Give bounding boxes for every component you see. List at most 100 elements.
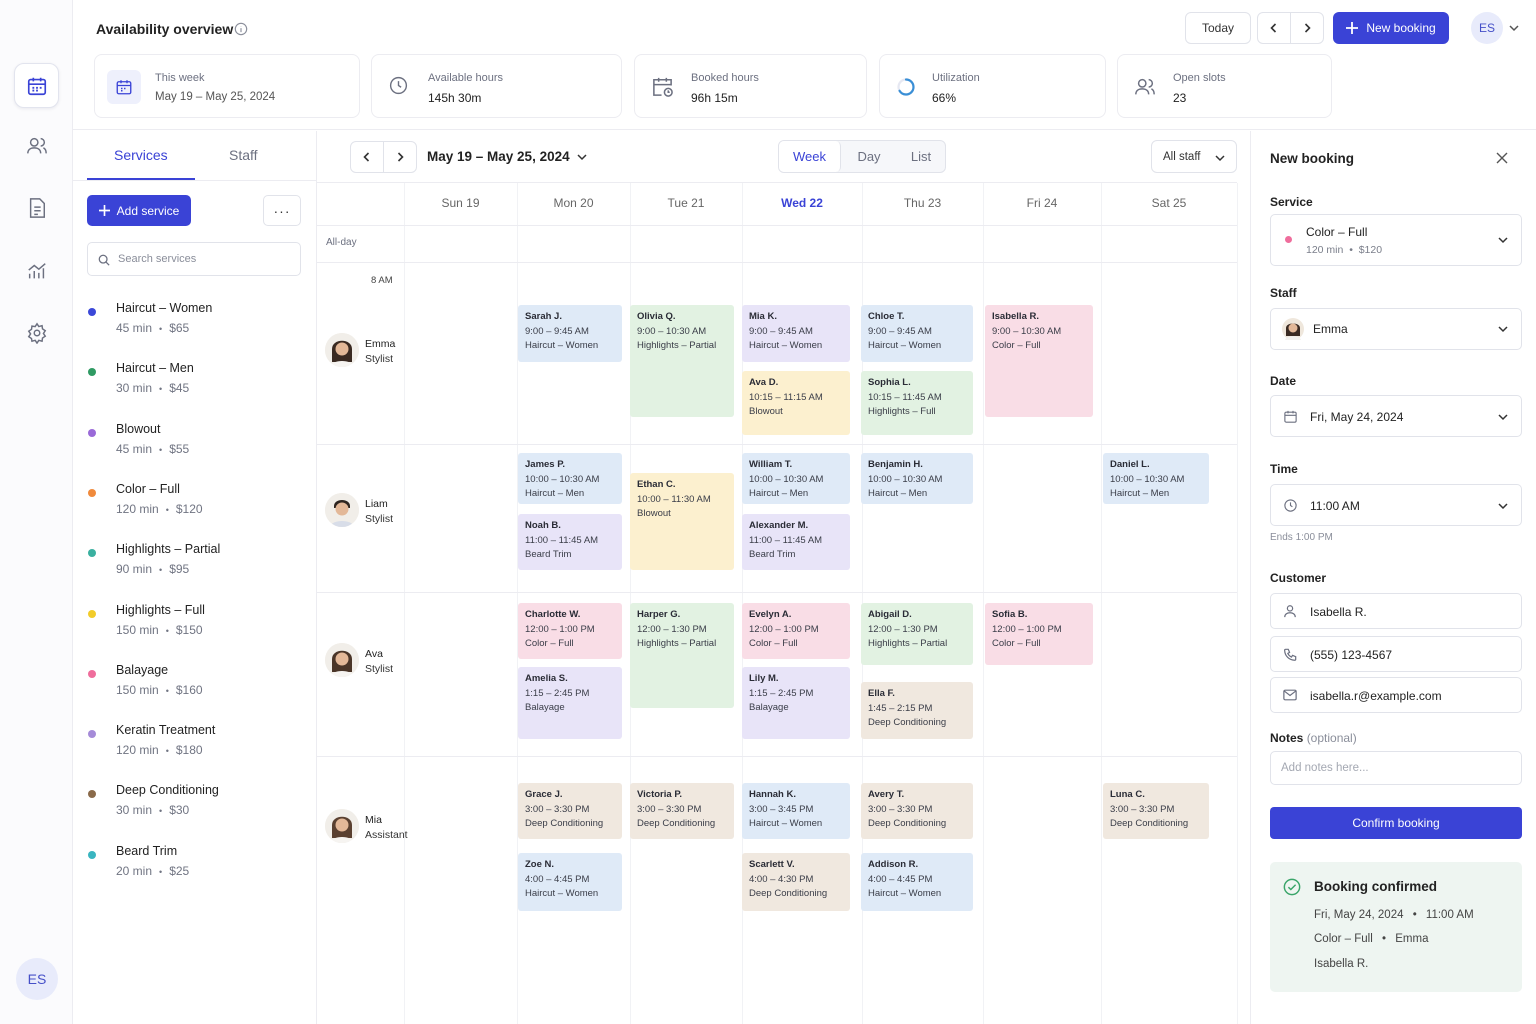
appointment-block[interactable]: Hannah K. 3:00 – 3:45 PM Haircut – Women: [742, 783, 850, 839]
appointment-block[interactable]: Alexander M. 11:00 – 11:45 AM Beard Trim: [742, 514, 850, 570]
appointment-block[interactable]: Grace J. 3:00 – 3:30 PM Deep Conditioning: [518, 783, 622, 839]
appointment-block[interactable]: Olivia Q. 9:00 – 10:30 AM Highlights – Par…: [630, 305, 734, 417]
service-list-item[interactable]: Color – Full 120 min • $120: [73, 479, 317, 529]
calendar-prev-button[interactable]: [350, 141, 384, 173]
confirm-booking-button[interactable]: Confirm booking: [1270, 807, 1522, 839]
appointment-block[interactable]: Victoria P. 3:00 – 3:30 PM Deep Conditioni…: [630, 783, 734, 839]
appointment-block[interactable]: Amelia S. 1:15 – 2:45 PM Balayage: [518, 667, 622, 739]
service-list-item[interactable]: Blowout 45 min • $55: [73, 419, 317, 469]
appointment-block[interactable]: William T. 10:00 – 10:30 AM Haircut – Men: [742, 453, 850, 504]
service-list-item[interactable]: Haircut – Women 45 min • $65: [73, 298, 317, 348]
customer-email-input[interactable]: isabella.r@example.com: [1270, 677, 1522, 713]
nav-analytics[interactable]: [14, 248, 59, 293]
service-price: $45: [169, 381, 190, 396]
info-icon[interactable]: [234, 22, 248, 36]
appointment-block[interactable]: Ava D. 10:15 – 11:15 AM Blowout: [742, 371, 850, 435]
customer-name-input[interactable]: Isabella R.: [1270, 593, 1522, 629]
date-picker[interactable]: Fri, May 24, 2024: [1270, 395, 1522, 437]
appointment-service: Haircut – Women: [525, 888, 599, 899]
appointment-block[interactable]: Sophia L. 10:15 – 11:45 AM Highlights – Fu…: [861, 371, 973, 435]
calendar-next-button[interactable]: [383, 141, 417, 173]
service-list-item[interactable]: Highlights – Full 150 min • $150: [73, 600, 317, 650]
appointment-block[interactable]: Harper G. 12:00 – 1:30 PM Highlights – Par…: [630, 603, 734, 708]
separator-dot: •: [165, 625, 169, 636]
day-header[interactable]: Tue 21: [630, 196, 742, 210]
close-icon[interactable]: [1496, 152, 1508, 164]
appointment-block[interactable]: Zoe N. 4:00 – 4:45 PM Haircut – Women: [518, 853, 622, 911]
tab-staff[interactable]: Staff: [229, 147, 258, 163]
appointment-block[interactable]: Luna C. 3:00 – 3:30 PM Deep Conditioning: [1103, 783, 1209, 839]
more-options-button[interactable]: ···: [263, 195, 301, 226]
appointment-block[interactable]: Ethan C. 10:00 – 11:30 AM Blowout: [630, 473, 734, 570]
nav-documents[interactable]: [14, 185, 59, 230]
service-duration: 45 min: [116, 441, 153, 456]
time-select[interactable]: 11:00 AM: [1270, 484, 1522, 526]
appointment-block[interactable]: Lily M. 1:15 – 2:45 PM Balayage: [742, 667, 850, 739]
tab-services[interactable]: Services: [114, 147, 168, 163]
rail-user-avatar[interactable]: ES: [16, 958, 58, 1000]
appointment-block[interactable]: Avery T. 3:00 – 3:30 PM Deep Conditioning: [861, 783, 973, 839]
appointment-service: Highlights – Partial: [868, 638, 948, 649]
search-services-input[interactable]: Search services: [87, 242, 301, 276]
nav-settings[interactable]: [14, 310, 59, 355]
appointment-block[interactable]: James P. 10:00 – 10:30 AM Haircut – Men: [518, 453, 622, 504]
day-header[interactable]: Wed 22: [742, 196, 862, 210]
appointment-block[interactable]: Sarah J. 9:00 – 9:45 AM Haircut – Women: [518, 305, 622, 362]
service-list-item[interactable]: Highlights – Partial 90 min • $95: [73, 539, 317, 589]
chevron-down-icon[interactable]: [1509, 24, 1519, 32]
appointment-block[interactable]: Sofia B. 12:00 – 1:00 PM Color – Full: [985, 603, 1093, 665]
appointment-block[interactable]: Ella F. 1:45 – 2:15 PM Deep Conditioning: [861, 682, 973, 739]
new-booking-button[interactable]: New booking: [1333, 12, 1449, 44]
appointment-block[interactable]: Charlotte W. 12:00 – 1:00 PM Color – Full: [518, 603, 622, 659]
appointment-client: Alexander M.: [749, 520, 809, 531]
service-list-item[interactable]: Beard Trim 20 min • $25: [73, 841, 317, 891]
service-color-dot: [88, 850, 96, 859]
day-header[interactable]: Sat 25: [1101, 196, 1237, 210]
service-select[interactable]: Color – Full 120 min • $120: [1270, 214, 1522, 266]
appointment-service: Haircut – Women: [868, 888, 942, 899]
day-header[interactable]: Fri 24: [983, 196, 1101, 210]
staff-filter-select[interactable]: All staff: [1151, 140, 1237, 173]
nav-users[interactable]: [14, 123, 59, 168]
nav-calendar[interactable]: [14, 63, 59, 108]
appointment-block[interactable]: Addison R. 4:00 – 4:45 PM Haircut – Women: [861, 853, 973, 911]
appointment-block[interactable]: Isabella R. 9:00 – 10:30 AM Color – Full: [985, 305, 1093, 417]
service-duration: 30 min: [116, 803, 153, 818]
next-week-button[interactable]: [1290, 12, 1324, 44]
service-duration: 45 min: [116, 321, 153, 335]
service-list-item[interactable]: Balayage 150 min • $160: [73, 660, 317, 710]
view-week-button[interactable]: Week: [779, 141, 841, 172]
left-rail: ES: [0, 0, 73, 1024]
appointment-time: 12:00 – 1:00 PM: [525, 623, 595, 635]
appointment-block[interactable]: Benjamin H. 10:00 – 10:30 AM Haircut – Men: [861, 453, 973, 504]
view-day-button[interactable]: Day: [843, 141, 895, 172]
staff-select[interactable]: Emma: [1270, 308, 1522, 350]
day-header[interactable]: Mon 20: [517, 196, 630, 210]
appointment-block[interactable]: Noah B. 11:00 – 11:45 AM Beard Trim: [518, 514, 622, 570]
add-service-button[interactable]: Add service: [87, 195, 191, 226]
today-button[interactable]: Today: [1185, 12, 1251, 44]
appointment-service: Haircut – Men: [868, 488, 928, 499]
appointment-time: 10:00 – 10:30 AM: [749, 473, 824, 485]
chevron-down-icon[interactable]: [577, 153, 587, 161]
appointment-service: Deep Conditioning: [525, 818, 604, 829]
appointment-block[interactable]: Scarlett V. 4:00 – 4:30 PM Deep Conditioni…: [742, 853, 850, 911]
appointment-block[interactable]: Abigail D. 12:00 – 1:30 PM Highlights – Pa…: [861, 603, 973, 665]
user-avatar[interactable]: ES: [1471, 12, 1503, 44]
appointment-client: Evelyn A.: [749, 609, 792, 620]
view-list-button[interactable]: List: [895, 141, 947, 172]
appointment-block[interactable]: Mia K. 9:00 – 9:45 AM Haircut – Women: [742, 305, 850, 362]
date-range-label[interactable]: May 19 – May 25, 2024: [427, 149, 570, 164]
notes-textarea[interactable]: Add notes here...: [1270, 751, 1522, 785]
day-header[interactable]: Thu 23: [862, 196, 983, 210]
service-list-item[interactable]: Deep Conditioning 30 min • $30: [73, 780, 317, 830]
appointment-block[interactable]: Daniel L. 10:00 – 10:30 AM Haircut – Men: [1103, 453, 1209, 504]
customer-phone-input[interactable]: (555) 123-4567: [1270, 636, 1522, 672]
service-list-item[interactable]: Keratin Treatment 120 min • $180: [73, 720, 317, 770]
day-header[interactable]: Sun 19: [404, 196, 517, 210]
time-value: 11:00 AM: [1310, 499, 1360, 513]
prev-week-button[interactable]: [1257, 12, 1291, 44]
appointment-block[interactable]: Evelyn A. 12:00 – 1:00 PM Color – Full: [742, 603, 850, 659]
appointment-block[interactable]: Chloe T. 9:00 – 9:45 AM Haircut – Women: [861, 305, 973, 362]
service-list-item[interactable]: Haircut – Men 30 min • $45: [73, 358, 317, 408]
